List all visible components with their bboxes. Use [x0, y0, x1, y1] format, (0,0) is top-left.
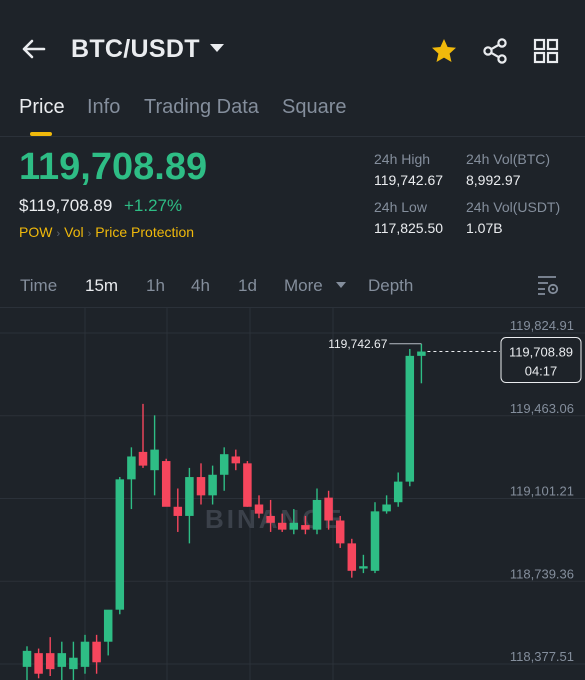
tab-price[interactable]: Price: [19, 96, 65, 119]
tabs-divider: [0, 136, 585, 137]
chart-settings-icon[interactable]: [536, 274, 560, 296]
y-axis-tick-label: 118,377.51: [510, 649, 574, 664]
candle-body: [161, 461, 171, 507]
main-tabs: Price Info Trading Data Square: [0, 96, 585, 136]
candle-body: [115, 479, 125, 610]
candle-body: [22, 650, 32, 667]
tab-square[interactable]: Square: [282, 96, 347, 119]
tag-separator: ›: [56, 228, 61, 240]
candle-body: [185, 477, 194, 516]
depth-tab[interactable]: Depth: [368, 276, 413, 296]
candle-body: [138, 451, 148, 466]
y-axis-tick-label: 119,101.21: [510, 484, 574, 499]
candle-body: [289, 522, 299, 530]
candle-body: [127, 456, 136, 480]
candle-body: [347, 543, 357, 571]
interval-1h[interactable]: 1h: [146, 276, 165, 296]
usd-price: $119,708.89: [19, 196, 113, 215]
candle-body: [92, 641, 101, 663]
high-marker-label: 119,742.67: [328, 337, 387, 351]
candle-body: [150, 449, 159, 471]
candle-body: [196, 477, 206, 496]
dropdown-caret-icon[interactable]: [210, 44, 224, 52]
y-axis-tick-label: 118,739.36: [510, 566, 574, 581]
top-bar: BTC/USDT: [0, 0, 585, 98]
candle-body: [45, 653, 55, 670]
tag-separator: ›: [87, 228, 92, 240]
interval-15m[interactable]: 15m: [85, 276, 118, 296]
candle-body: [57, 653, 67, 667]
pair-title[interactable]: BTC/USDT: [71, 35, 200, 64]
back-arrow-icon[interactable]: [18, 34, 48, 64]
candle-body: [231, 456, 241, 464]
candle-body: [312, 499, 322, 530]
star-icon[interactable]: [429, 36, 459, 66]
interval-1d[interactable]: 1d: [238, 276, 257, 296]
stat-high-value: 119,742.67: [374, 172, 444, 188]
stat-vol-usdt-value: 1.07B: [466, 220, 503, 236]
tab-info[interactable]: Info: [87, 96, 120, 119]
share-icon[interactable]: [480, 36, 510, 66]
candle-body: [405, 355, 415, 482]
candle-body: [208, 474, 217, 496]
stat-vol-btc-value: 8,992.97: [466, 172, 521, 188]
stat-vol-btc-label: 24h Vol(BTC): [466, 151, 551, 167]
candle-countdown: 04:17: [525, 364, 558, 379]
current-price-label: 119,708.89: [509, 345, 573, 360]
candle-body: [243, 463, 252, 507]
candlestick-chart[interactable]: BINANCE119,824.91119,463.06119,101.21118…: [0, 308, 585, 680]
interval-bar: Time 15m 1h 4h 1d More Depth: [0, 272, 585, 300]
y-axis-tick-label: 119,824.91: [510, 318, 574, 333]
price-change-percent: +1.27%: [124, 196, 183, 215]
candle-body: [254, 504, 264, 514]
candle-body: [324, 497, 333, 521]
interval-4h[interactable]: 4h: [191, 276, 210, 296]
tag-vol[interactable]: Vol: [64, 224, 83, 240]
candle-body: [173, 506, 183, 516]
candle-body: [219, 454, 229, 475]
candle-body: [266, 515, 275, 523]
candle-body: [80, 641, 90, 667]
candle-body: [69, 657, 78, 670]
candle-body: [277, 522, 287, 530]
candle-body: [417, 351, 426, 356]
candle-body: [382, 504, 391, 512]
stat-low-label: 24h Low: [374, 199, 427, 215]
candle-body: [103, 609, 113, 642]
y-axis-tick-label: 119,463.06: [510, 401, 574, 416]
tag-pow[interactable]: POW: [19, 224, 52, 240]
stat-low-value: 117,825.50: [374, 220, 444, 236]
tag-price-protection[interactable]: Price Protection: [95, 224, 194, 240]
candle-body: [359, 566, 368, 569]
candle-body: [301, 525, 310, 530]
tab-trading-data[interactable]: Trading Data: [144, 96, 259, 119]
candle-body: [335, 520, 345, 544]
candle-body: [370, 511, 380, 571]
stat-vol-usdt-label: 24h Vol(USDT): [466, 199, 561, 215]
interval-more[interactable]: More: [284, 276, 323, 296]
interval-time[interactable]: Time: [20, 276, 57, 296]
grid-icon[interactable]: [531, 36, 561, 66]
last-price: 119,708.89: [19, 146, 208, 188]
candle-body: [34, 653, 43, 674]
stat-high-label: 24h High: [374, 151, 431, 167]
candle-body: [393, 481, 403, 503]
more-caret-icon[interactable]: [336, 282, 346, 288]
token-tags: POW › Vol › Price Protection: [19, 224, 194, 240]
